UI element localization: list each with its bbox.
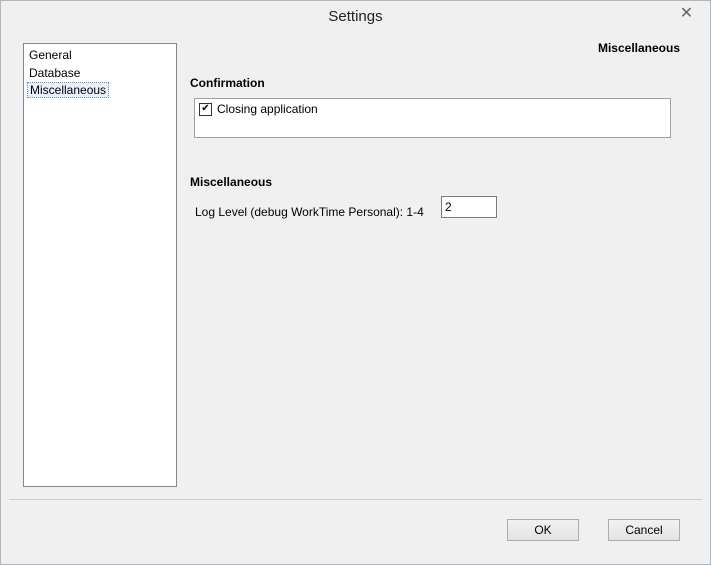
confirmation-group: ✔ Closing application	[194, 98, 671, 138]
nav-item-database[interactable]: Database	[27, 65, 82, 81]
closing-application-checkbox-row[interactable]: ✔ Closing application	[199, 102, 318, 116]
nav-item-miscellaneous[interactable]: Miscellaneous	[27, 82, 110, 98]
miscellaneous-section-title: Miscellaneous	[190, 175, 273, 189]
checkmark-icon: ✔	[201, 103, 210, 114]
footer-separator	[9, 499, 702, 500]
settings-nav-list[interactable]: General Database Miscellaneous	[23, 43, 177, 487]
page-header: Miscellaneous	[597, 41, 680, 55]
closing-application-label: Closing application	[217, 102, 318, 116]
confirmation-section-title: Confirmation	[190, 76, 265, 90]
title-bar: Settings ✕	[1, 1, 710, 32]
settings-dialog: Settings ✕ General Database Miscellaneou…	[0, 0, 711, 565]
log-level-label: Log Level (debug WorkTime Personal): 1-4	[195, 205, 424, 219]
nav-item-general[interactable]: General	[27, 47, 74, 63]
cancel-button[interactable]: Cancel	[608, 519, 680, 541]
close-button[interactable]: ✕	[669, 1, 704, 23]
window-title: Settings	[328, 8, 383, 25]
close-icon: ✕	[679, 2, 694, 22]
log-level-input[interactable]	[441, 196, 497, 218]
closing-application-checkbox[interactable]: ✔	[199, 102, 212, 116]
ok-button[interactable]: OK	[507, 519, 579, 541]
